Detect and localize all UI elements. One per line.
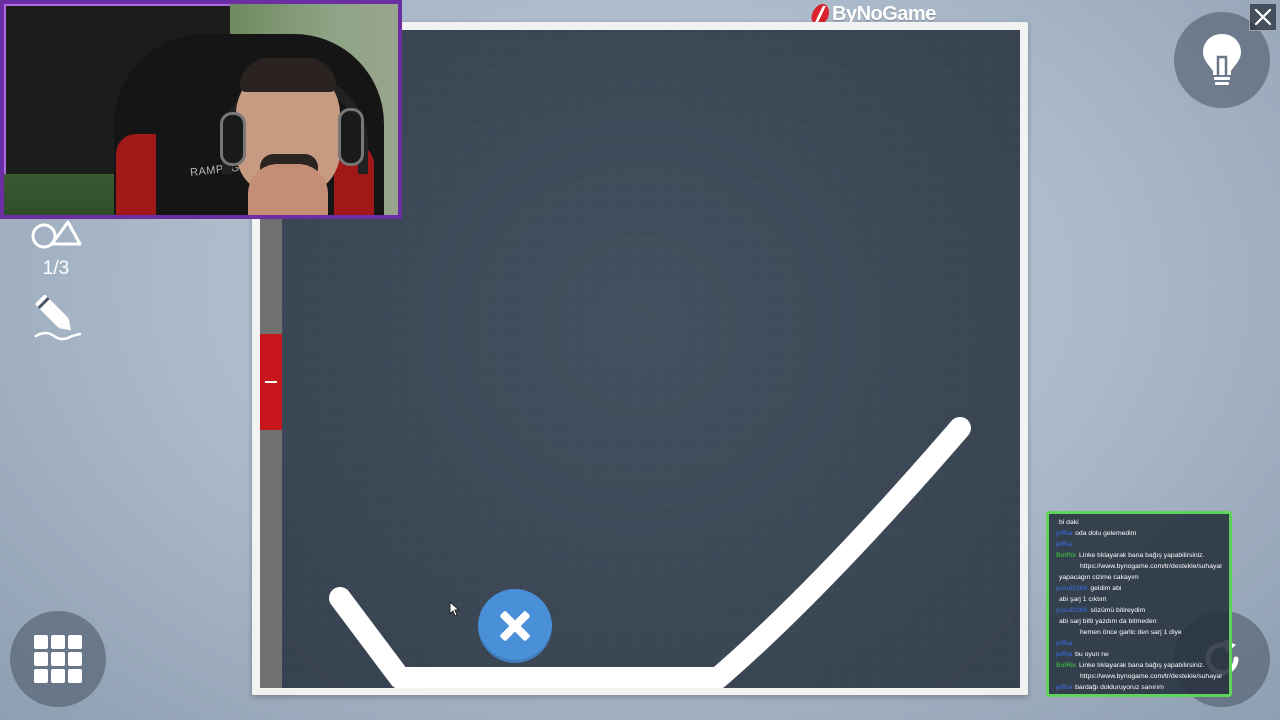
- chat-text: bi daki: [1059, 519, 1079, 526]
- chat-username: BotRix: [1056, 552, 1077, 559]
- chat-text: abi şarj 1 cıktım: [1059, 596, 1107, 603]
- mouse-cursor-icon: [449, 601, 459, 617]
- chat-message: BotRix Linke tıklayarak bana bağış yapabi…: [1056, 660, 1226, 682]
- chat-message: bi daki: [1056, 517, 1226, 528]
- chat-text: yapacagın cizime cakayım: [1059, 574, 1139, 581]
- chat-username: jeffka: [1056, 541, 1073, 548]
- menu-button[interactable]: [10, 611, 106, 707]
- pencil-icon[interactable]: [32, 290, 84, 342]
- chat-message: jeffka: [1056, 539, 1226, 550]
- chat-message: abi şarj 1 cıktım: [1056, 594, 1226, 605]
- chat-text: bardağı dolduruyoruz sanırım: [1075, 684, 1164, 691]
- ball[interactable]: [478, 589, 552, 663]
- chat-text: geldim abi: [1090, 585, 1122, 592]
- chat-username: jeffka: [1056, 640, 1073, 647]
- chat-message: jeffka bardağı dolduruyoruz sanırım: [1056, 682, 1226, 693]
- chat-message: yusuf2366 geldim abi: [1056, 583, 1226, 594]
- webcam-overlay: RAMPAGE: [0, 0, 402, 219]
- chat-message: jeffka: [1056, 638, 1226, 649]
- chat-message: yapacagın cizime cakayım: [1056, 572, 1226, 583]
- grid-menu-icon: [34, 635, 48, 649]
- chat-message: jeffka oda dolu gelemedim: [1056, 528, 1226, 539]
- close-icon: [1254, 8, 1272, 26]
- lightbulb-icon: [1203, 34, 1241, 85]
- chat-text: Linke tıklayarak bana bağış yapabilirsin…: [1079, 662, 1205, 669]
- chat-text: Linke tıklayarak bana bağış yapabilirsin…: [1079, 552, 1205, 559]
- chat-message: abi sarj bitti yazdım da bitmeden hemen ö…: [1056, 616, 1226, 638]
- chat-username: yusuf2366: [1056, 607, 1088, 614]
- chat-message: BotRix Linke tıklayarak bana bağış yapabi…: [1056, 550, 1226, 572]
- chat-username: BotRix: [1056, 662, 1077, 669]
- chat-text: bu oyun ne: [1075, 651, 1109, 658]
- chat-message: yusuf2366 sözümü bitireydim: [1056, 605, 1226, 616]
- chat-text: oda dolu gelemedim: [1075, 530, 1137, 537]
- chat-username: yusuf2366: [1056, 585, 1088, 592]
- chat-text-continued: hemen önce garlic den sarj 1 diye: [1080, 629, 1182, 636]
- shapes-icon: [31, 220, 82, 249]
- chat-text: sözümü bitireydim: [1090, 607, 1146, 614]
- chat-username: jeffka: [1056, 530, 1073, 537]
- brand-mark-icon: [809, 4, 832, 24]
- chat-username: jeffka: [1056, 684, 1073, 691]
- chat-username: jeffka: [1056, 651, 1073, 658]
- chat-text-continued: https://www.bynogame.com/tr/destekle/suh…: [1080, 673, 1223, 680]
- shape-counter: 1/3: [42, 258, 70, 279]
- chat-overlay: bi daki jeffka oda dolu gelemedim jeffka Bot…: [1046, 511, 1232, 697]
- chat-text-continued: https://www.bynogame.com/tr/destekle/suh…: [1080, 563, 1223, 570]
- chat-text: abi sarj bitti yazdım da bitmeden: [1059, 618, 1157, 625]
- plus-icon: [500, 611, 530, 641]
- close-button[interactable]: [1249, 3, 1277, 31]
- chat-message: jeffka bu oyun ne: [1056, 649, 1226, 660]
